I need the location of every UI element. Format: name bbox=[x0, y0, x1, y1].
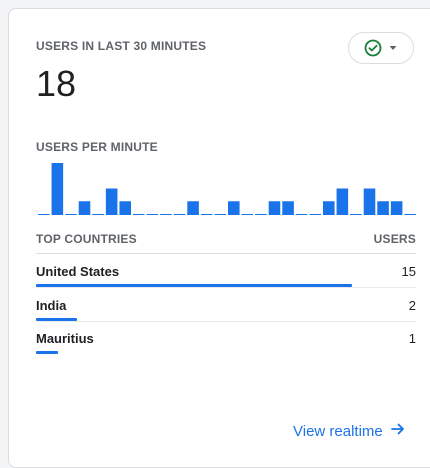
chart-baseline bbox=[146, 214, 159, 215]
users-per-minute-chart bbox=[38, 163, 416, 215]
chart-baseline bbox=[255, 214, 267, 215]
chart-baseline bbox=[295, 214, 308, 215]
users-header-label: USERS bbox=[373, 232, 416, 246]
chart-baseline bbox=[173, 214, 186, 215]
country-users: 2 bbox=[408, 298, 416, 313]
chart-baseline bbox=[92, 214, 104, 215]
chart-bar bbox=[282, 201, 294, 215]
chart-baseline bbox=[38, 214, 50, 215]
card-title: USERS IN LAST 30 MINUTES bbox=[36, 39, 207, 53]
countries-header-label: TOP COUNTRIES bbox=[36, 232, 137, 246]
chart-bar bbox=[268, 201, 281, 215]
chart-baseline bbox=[350, 214, 362, 215]
chart-bar bbox=[78, 201, 91, 215]
view-realtime-link[interactable]: View realtime bbox=[293, 422, 405, 440]
realtime-card: USERS IN LAST 30 MINUTES 18 USERS PER MI… bbox=[8, 8, 430, 468]
country-row-india[interactable]: India 2 bbox=[36, 289, 416, 322]
chart-bar bbox=[187, 201, 199, 215]
chart-baseline bbox=[241, 214, 254, 215]
chart-baseline bbox=[133, 214, 145, 215]
chart-bar bbox=[363, 188, 376, 215]
chart-baseline bbox=[404, 214, 416, 215]
country-row-united-states[interactable]: United States 15 bbox=[36, 255, 416, 288]
chart-bar bbox=[336, 188, 349, 215]
chart-bar bbox=[105, 188, 118, 215]
chart-bar bbox=[390, 201, 403, 215]
users-count: 18 bbox=[36, 63, 77, 104]
country-row-mauritius[interactable]: Mauritius 1 bbox=[36, 322, 416, 354]
chart-bar bbox=[119, 201, 131, 215]
country-name: India bbox=[36, 298, 67, 313]
arrow-right-icon bbox=[390, 422, 405, 440]
header-divider bbox=[36, 253, 416, 254]
row-divider bbox=[36, 287, 416, 288]
chart-baseline bbox=[214, 214, 226, 215]
chart-bar bbox=[377, 201, 389, 215]
chart-bar bbox=[51, 163, 64, 215]
chart-bar bbox=[323, 201, 335, 215]
country-name: United States bbox=[36, 264, 120, 279]
chart-baseline bbox=[200, 214, 213, 215]
country-users: 15 bbox=[401, 264, 416, 279]
chart-label: USERS PER MINUTE bbox=[36, 140, 158, 154]
country-bar bbox=[36, 351, 58, 354]
chart-bar bbox=[228, 201, 240, 215]
caret-down-icon bbox=[388, 43, 398, 53]
countries-table-header: TOP COUNTRIES USERS bbox=[36, 232, 416, 246]
chart-baseline bbox=[160, 214, 172, 215]
chart-baseline bbox=[65, 214, 77, 215]
status-dropdown-button[interactable] bbox=[348, 32, 414, 64]
check-circle-icon bbox=[364, 39, 382, 57]
country-name: Mauritius bbox=[36, 331, 94, 346]
country-users: 1 bbox=[408, 331, 416, 346]
view-realtime-label: View realtime bbox=[293, 422, 383, 440]
chart-baseline bbox=[309, 214, 321, 215]
